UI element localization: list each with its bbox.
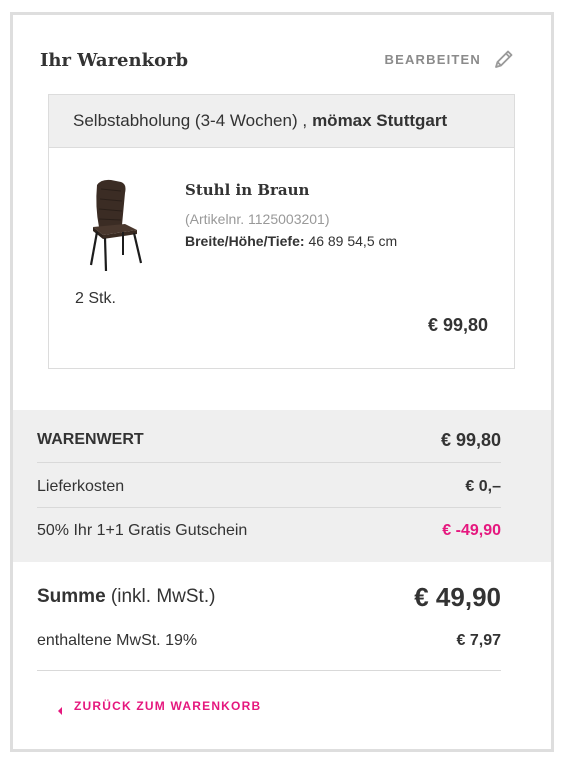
vat-value: € 7,97 xyxy=(456,632,501,649)
product-dimensions: Breite/Höhe/Tiefe: 46 89 54,5 cm xyxy=(185,233,397,249)
divider xyxy=(37,507,501,508)
warenwert-label: WARENWERT xyxy=(37,431,144,448)
delivery-cost-label: Lieferkosten xyxy=(37,478,125,495)
product-name[interactable]: Stuhl in Braun xyxy=(185,181,309,199)
back-to-cart-label: ZURÜCK ZUM WARENKORB xyxy=(74,699,262,713)
warenwert-row: WARENWERT € 99,80 xyxy=(37,428,501,452)
article-number: (Artikelnr. 1125003201) xyxy=(185,211,330,227)
divider xyxy=(37,670,501,671)
voucher-value: € -49,90 xyxy=(442,522,501,539)
voucher-label: 50% Ihr 1+1 Gratis Gutschein xyxy=(37,522,248,539)
delivery-method: Selbstabholung (3-4 Wochen) , xyxy=(73,111,308,130)
total-value: € 49,90 xyxy=(414,581,501,612)
back-to-cart-link[interactable]: ZURÜCK ZUM WARENKORB xyxy=(56,699,262,715)
delivery-cost-row: Lieferkosten € 0,– xyxy=(37,475,501,499)
total-label-suffix: (inkl. MwSt.) xyxy=(110,586,216,607)
store-name: mömax Stuttgart xyxy=(312,111,448,130)
vat-label: enthaltene MwSt. 19% xyxy=(37,632,198,649)
warenwert-value: € 99,80 xyxy=(440,429,501,450)
divider xyxy=(37,462,501,463)
pencil-icon xyxy=(493,48,515,70)
store-order-box: Selbstabholung (3-4 Wochen) , mömax Stut… xyxy=(48,94,515,369)
cart-header: Ihr Warenkorb BEARBEITEN xyxy=(40,48,515,76)
voucher-row: 50% Ihr 1+1 Gratis Gutschein € -49,90 xyxy=(37,519,501,543)
caret-left-icon xyxy=(56,701,64,715)
total-label: Summe (inkl. MwSt.) xyxy=(37,586,215,608)
edit-button[interactable]: BEARBEITEN xyxy=(384,48,515,70)
pickup-header: Selbstabholung (3-4 Wochen) , mömax Stut… xyxy=(49,95,514,148)
delivery-cost-value: € 0,– xyxy=(465,478,501,495)
total-row: Summe (inkl. MwSt.) € 49,90 xyxy=(37,582,501,612)
item-quantity: 2 Stk. xyxy=(75,290,116,307)
dimensions-value: 46 89 54,5 cm xyxy=(308,233,398,249)
item-price: € 99,80 xyxy=(427,315,488,335)
cart-title: Ihr Warenkorb xyxy=(40,50,189,71)
edit-label: BEARBEITEN xyxy=(384,51,481,67)
chair-image xyxy=(79,177,159,272)
total-label-main: Summe xyxy=(37,586,106,607)
vat-row: enthaltene MwSt. 19% € 7,97 xyxy=(37,629,501,653)
dimensions-label: Breite/Höhe/Tiefe: xyxy=(185,233,305,249)
